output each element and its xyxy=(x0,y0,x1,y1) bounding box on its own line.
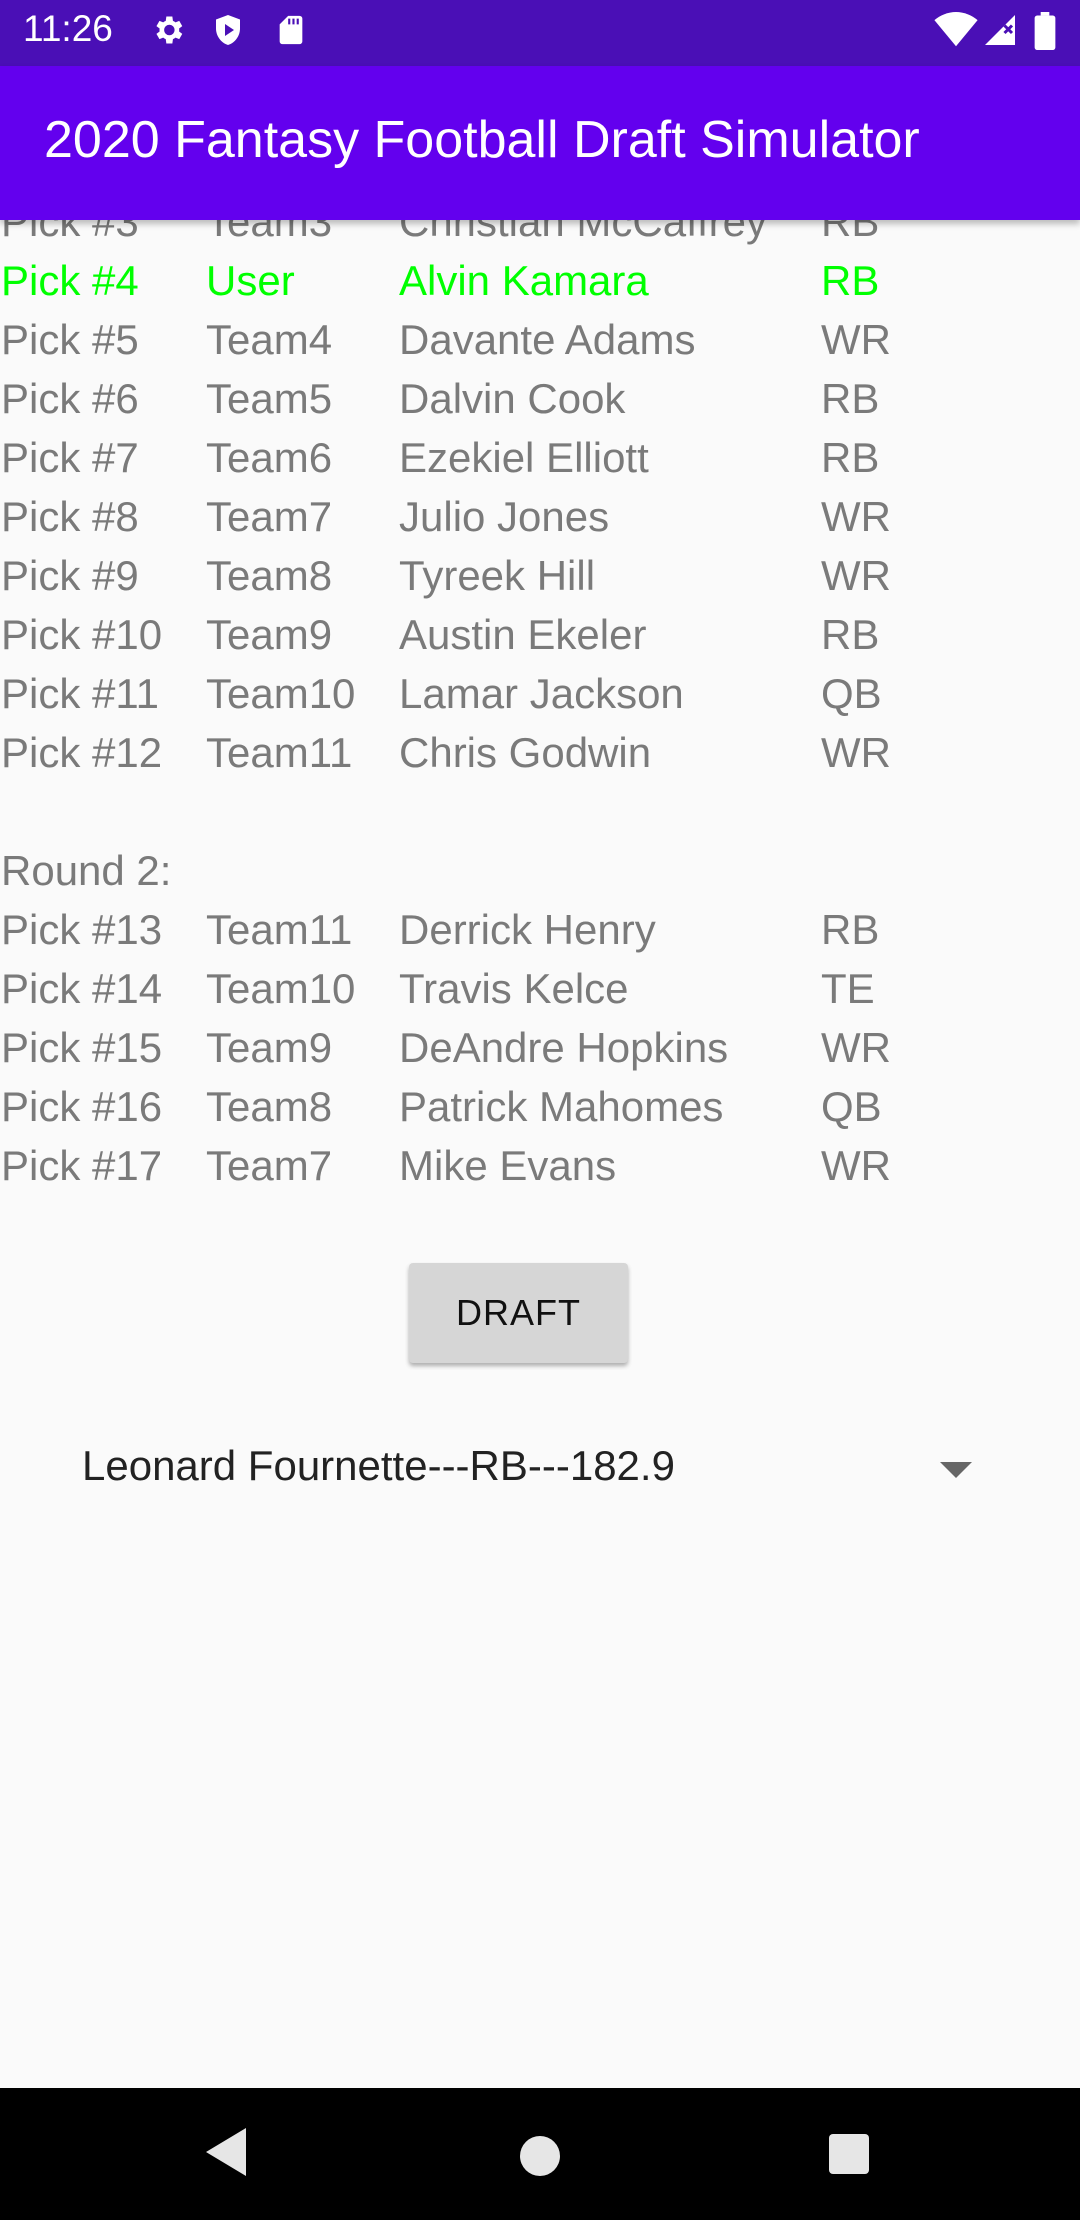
pick-number: Pick #4 xyxy=(1,257,139,304)
player-position: WR xyxy=(821,552,891,599)
player-name: Austin Ekeler xyxy=(399,611,647,658)
player-name: Chris Godwin xyxy=(399,729,652,776)
pick-row: Pick #12 Team11 Chris Godwin WR xyxy=(0,723,1080,782)
team-name: Team8 xyxy=(206,552,333,599)
pick-row: Pick #5 Team4 Davante Adams WR xyxy=(0,310,1080,369)
pick-row: Pick #3 Team3 Christian McCaffrey RB xyxy=(0,220,1080,251)
gear-icon xyxy=(150,12,186,53)
status-bar: 11:26 xyxy=(0,0,1080,66)
pick-row: Pick #15 Team9 DeAndre Hopkins WR xyxy=(0,1018,1080,1077)
navigation-bar xyxy=(0,2088,1080,2220)
pick-row: Pick #17 Team7 Mike Evans WR xyxy=(0,1136,1080,1195)
pick-number: Pick #9 xyxy=(1,552,139,599)
pick-number: Pick #5 xyxy=(1,316,139,363)
pick-row: Pick #6 Team5 Dalvin Cook RB xyxy=(0,369,1080,428)
team-name: Team10 xyxy=(206,965,356,1012)
team-name: Team3 xyxy=(206,220,333,245)
pick-number: Pick #15 xyxy=(1,1024,163,1071)
player-position: WR xyxy=(821,1024,891,1071)
pick-number: Pick #14 xyxy=(1,965,163,1012)
round-header: Round 2: xyxy=(1,847,172,894)
pick-row: Pick #7 Team6 Ezekiel Elliott RB xyxy=(0,428,1080,487)
pick-number: Pick #7 xyxy=(1,434,139,481)
player-spinner[interactable]: Leonard Fournette---RB---182.9 xyxy=(60,1420,1000,1520)
player-name: Ezekiel Elliott xyxy=(399,434,649,481)
sd-card-icon xyxy=(274,12,308,53)
team-name: User xyxy=(206,257,295,304)
pick-row: Pick #11 Team10 Lamar Jackson QB xyxy=(0,664,1080,723)
player-name: Derrick Henry xyxy=(399,906,656,953)
team-name: Team9 xyxy=(206,611,333,658)
team-name: Team7 xyxy=(206,493,333,540)
player-name: Patrick Mahomes xyxy=(399,1083,724,1130)
team-name: Team4 xyxy=(206,316,333,363)
selected-player: Leonard Fournette---RB---182.9 xyxy=(82,1442,675,1489)
draft-rows: Pick #3 Team3 Christian McCaffrey RB Pick #4… xyxy=(0,220,1080,1195)
back-icon[interactable] xyxy=(202,2124,250,2185)
pick-number: Pick #17 xyxy=(1,1142,163,1189)
spacer-row xyxy=(0,782,1080,841)
pick-number: Pick #10 xyxy=(1,611,163,658)
pick-number: Pick #16 xyxy=(1,1083,163,1130)
wifi-icon xyxy=(934,12,978,53)
player-position: RB xyxy=(821,906,880,953)
pick-number: Pick #6 xyxy=(1,375,139,422)
draft-results-list[interactable]: Pick #3 Team3 Christian McCaffrey RB Pick #4… xyxy=(0,220,1080,1220)
team-name: Team10 xyxy=(206,670,356,717)
team-name: Team5 xyxy=(206,375,333,422)
draft-button[interactable]: DRAFT xyxy=(409,1263,628,1363)
cellular-signal-icon xyxy=(982,12,1018,53)
pick-row: Pick #16 Team8 Patrick Mahomes QB xyxy=(0,1077,1080,1136)
player-position: RB xyxy=(821,434,880,481)
recents-icon[interactable] xyxy=(827,2132,871,2181)
pick-number: Pick #12 xyxy=(1,729,163,776)
player-position: RB xyxy=(821,220,880,245)
status-time: 11:26 xyxy=(23,8,113,49)
pick-row: Pick #8 Team7 Julio Jones WR xyxy=(0,487,1080,546)
player-position: RB xyxy=(821,375,880,422)
pick-number: Pick #11 xyxy=(1,670,159,717)
player-position: WR xyxy=(821,493,891,540)
pick-row: Pick #10 Team9 Austin Ekeler RB xyxy=(0,605,1080,664)
player-name: Dalvin Cook xyxy=(399,375,626,422)
player-name: Davante Adams xyxy=(399,316,696,363)
battery-icon xyxy=(1034,12,1056,55)
player-position: TE xyxy=(821,965,875,1012)
team-name: Team9 xyxy=(206,1024,333,1071)
round-header-row: Round 2: xyxy=(0,841,1080,900)
player-name: Tyreek Hill xyxy=(399,552,596,599)
dropdown-arrow-icon xyxy=(940,1462,972,1483)
app-title: 2020 Fantasy Football Draft Simulator xyxy=(44,111,920,169)
player-position: RB xyxy=(821,257,880,304)
pick-row: Pick #9 Team8 Tyreek Hill WR xyxy=(0,546,1080,605)
player-position: WR xyxy=(821,729,891,776)
player-position: WR xyxy=(821,1142,891,1189)
shield-icon xyxy=(210,12,246,53)
pick-row: Pick #14 Team10 Travis Kelce TE xyxy=(0,959,1080,1018)
pick-number: Pick #8 xyxy=(1,493,139,540)
team-name: Team11 xyxy=(206,906,353,953)
player-position: WR xyxy=(821,316,891,363)
app-bar: 2020 Fantasy Football Draft Simulator xyxy=(0,66,1080,220)
player-name: Christian McCaffrey xyxy=(399,220,767,245)
user-pick-row: Pick #4 User Alvin Kamara RB xyxy=(0,251,1080,310)
player-name: Alvin Kamara xyxy=(399,257,649,304)
pick-number: Pick #13 xyxy=(1,906,163,953)
player-name: DeAndre Hopkins xyxy=(399,1024,729,1071)
team-name: Team7 xyxy=(206,1142,333,1189)
home-icon[interactable] xyxy=(516,2132,564,2185)
player-position: QB xyxy=(821,1083,882,1130)
player-name: Julio Jones xyxy=(399,493,610,540)
pick-number: Pick #3 xyxy=(1,220,139,245)
team-name: Team11 xyxy=(206,729,353,776)
player-name: Travis Kelce xyxy=(399,965,629,1012)
player-name: Mike Evans xyxy=(399,1142,617,1189)
team-name: Team8 xyxy=(206,1083,333,1130)
player-position: RB xyxy=(821,611,880,658)
player-name: Lamar Jackson xyxy=(399,670,684,717)
team-name: Team6 xyxy=(206,434,333,481)
player-position: QB xyxy=(821,670,882,717)
pick-row: Pick #13 Team11 Derrick Henry RB xyxy=(0,900,1080,959)
